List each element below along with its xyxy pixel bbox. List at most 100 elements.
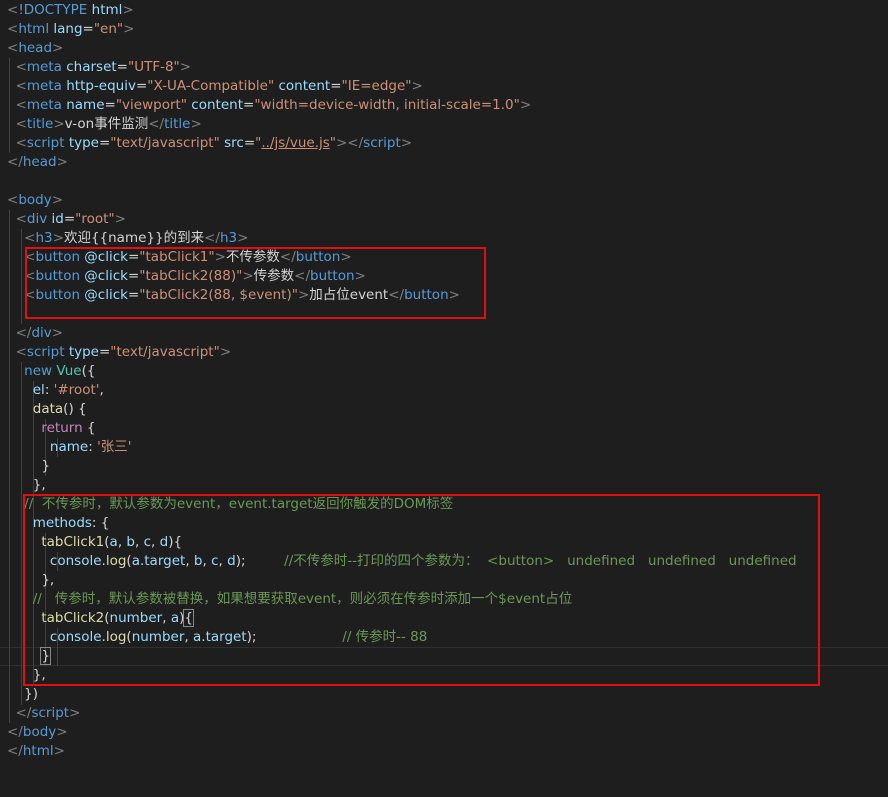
code-token: </ [7, 724, 23, 740]
code-token: > [190, 116, 202, 132]
code-token: > [122, 2, 134, 18]
code-line[interactable]: return { [7, 419, 95, 438]
code-token: > [114, 211, 126, 227]
code-line[interactable]: </body> [7, 723, 68, 742]
code-token: title [26, 116, 54, 132]
code-token: head [22, 154, 57, 170]
code-token: > [53, 116, 65, 132]
code-token: body [18, 192, 52, 208]
code-token: data [32, 401, 64, 417]
code-token: html [87, 2, 123, 18]
code-token: < [7, 192, 19, 208]
code-token: > [52, 230, 64, 246]
highlight-box-methods [23, 494, 820, 686]
code-token: < [15, 78, 27, 94]
code-line[interactable]: }, [7, 476, 46, 495]
code-token: script [26, 135, 65, 151]
code-token: name [49, 439, 89, 455]
code-line[interactable]: <div id="root"> [7, 210, 126, 229]
code-token: meta [26, 78, 62, 94]
code-token: < [15, 135, 27, 151]
code-token: < [7, 2, 19, 18]
code-token: </ [148, 116, 165, 132]
code-line[interactable]: }) [7, 685, 38, 704]
code-token: "viewport" [115, 97, 188, 113]
code-token: > [179, 59, 192, 75]
code-token: </ [204, 230, 220, 246]
code-line[interactable]: <meta http-equiv="X-UA-Compatible" conte… [7, 77, 423, 96]
code-token: div [31, 325, 52, 341]
code-token: = [98, 135, 111, 151]
code-line[interactable]: <script type="text/javascript"> [7, 343, 232, 362]
code-token: v-on事件监测 [64, 116, 149, 132]
code-token: = [330, 78, 342, 94]
code-token: type [64, 135, 99, 151]
code-token: > [53, 743, 65, 759]
code-token: = [82, 21, 94, 37]
code-token: < [24, 230, 36, 246]
code-token: }, [7, 477, 46, 493]
code-token: ({ [81, 363, 96, 379]
code-token: "root" [75, 211, 115, 227]
code-line[interactable]: <!DOCTYPE html> [7, 1, 134, 20]
code-line[interactable]: <head> [7, 39, 63, 58]
highlight-box-buttons [25, 247, 486, 319]
code-token: "text/javascript" [110, 135, 220, 151]
code-line[interactable]: name: '张三' [7, 438, 132, 457]
code-token: html [18, 21, 50, 37]
code-line[interactable]: </html> [7, 742, 65, 761]
code-token: script [31, 705, 70, 721]
code-line[interactable]: <script type="text/javascript" src="../j… [7, 134, 413, 153]
code-editor[interactable]: <!DOCTYPE html> <html lang="en"> <head> <m… [0, 0, 888, 797]
code-line[interactable]: <html lang="en"> [7, 20, 134, 39]
code-token: meta [26, 59, 62, 75]
code-line[interactable]: <title>v-on事件监测</title> [7, 115, 202, 134]
code-token: script [363, 135, 401, 151]
code-token: > [237, 230, 249, 246]
code-line[interactable]: } [7, 457, 50, 476]
code-token: Vue [56, 363, 82, 379]
code-token: type [64, 344, 99, 360]
code-line[interactable]: <meta name="viewport" content="width=dev… [7, 96, 532, 115]
code-token: </ [7, 154, 23, 170]
code-line[interactable]: </script> [7, 704, 81, 723]
code-token: body [22, 724, 57, 740]
code-token: "width=device-width, initial-scale=1.0" [254, 97, 520, 113]
code-token: () { [63, 401, 87, 417]
code-token: </ [15, 705, 32, 721]
code-line[interactable]: <h3>欢迎{{name}}的到来</h3> [7, 229, 248, 248]
code-token: > [519, 97, 532, 113]
code-line[interactable]: </div> [7, 324, 64, 343]
code-token: : [88, 439, 98, 455]
code-token: : [44, 382, 54, 398]
code-line[interactable]: <body> [7, 191, 63, 210]
code-line[interactable]: el: '#root', [7, 381, 104, 400]
code-token: h3 [35, 230, 53, 246]
code-line[interactable]: new Vue({ [7, 362, 95, 381]
code-token: head [18, 40, 53, 56]
code-token: meta [26, 97, 62, 113]
code-token: } [7, 458, 50, 474]
code-token: http-equiv [61, 78, 136, 94]
code-token: h3 [219, 230, 238, 246]
code-token: !DOCTYPE [18, 2, 88, 18]
code-token: > [52, 40, 64, 56]
code-line[interactable]: </head> [7, 153, 68, 172]
code-line[interactable]: <meta charset="UTF-8"> [7, 58, 191, 77]
code-token: > [56, 724, 68, 740]
code-token: charset [61, 59, 117, 75]
code-line[interactable]: data() { [7, 400, 87, 419]
code-token: title [164, 116, 191, 132]
code-token: </ [7, 743, 23, 759]
